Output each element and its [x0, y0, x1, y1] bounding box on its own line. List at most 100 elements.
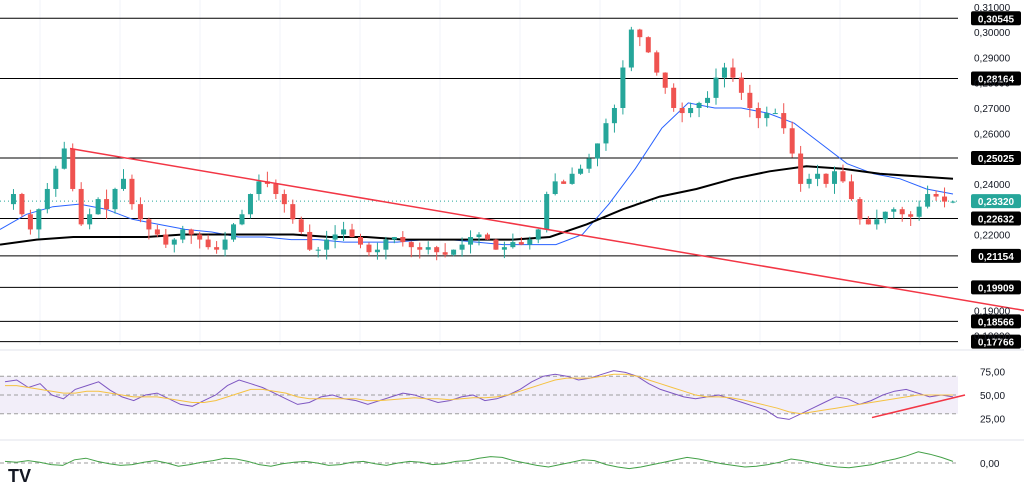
candle-body: [654, 52, 660, 73]
candle-body: [214, 247, 220, 250]
candle-body: [78, 188, 84, 225]
candle-body: [121, 178, 126, 189]
price-tick-label: 0,19000: [974, 306, 1011, 317]
price-tick-label: 0,22000: [974, 231, 1011, 242]
candle-body: [823, 173, 829, 184]
candle-body: [247, 194, 253, 215]
candle-body: [603, 123, 609, 144]
candle-body: [848, 181, 854, 200]
candle-body: [146, 219, 152, 230]
price-tick-label: 0,18000: [974, 332, 1011, 343]
osc-tick-label: 0,00: [980, 459, 1000, 470]
rsi-tick-label: 75,00: [980, 368, 1005, 379]
candle-body: [298, 219, 304, 232]
horizontal-levels: [0, 17, 958, 343]
ma-200-line: [0, 165, 954, 246]
last-price-label: 0,23320: [978, 197, 1015, 208]
candle-body: [61, 148, 67, 169]
candle-body: [518, 242, 524, 245]
candle-body: [231, 224, 237, 240]
candle-body: [696, 102, 702, 108]
candle-body: [366, 244, 372, 253]
candle-body: [891, 209, 897, 212]
candle-body: [738, 77, 744, 93]
candle-body: [857, 199, 863, 220]
price-tick-label: 0,26000: [974, 129, 1011, 140]
moving-averages: [0, 102, 954, 246]
price-tick-label: 0,27000: [974, 104, 1011, 115]
candle-body: [595, 143, 600, 159]
candle-body: [535, 229, 541, 240]
chart-svg[interactable]: 0,305450,281640,250250,226320,211540,199…: [0, 0, 1024, 498]
price-tick-label: 0,28000: [974, 79, 1011, 90]
candle-body: [104, 199, 110, 210]
candle-body: [205, 239, 211, 248]
candle-body: [281, 194, 287, 205]
rsi-tick-label: 25,00: [980, 415, 1005, 426]
candle-body: [27, 214, 33, 230]
ma-50-line: [0, 102, 954, 246]
rsi-tick-label: 50,00: [980, 391, 1005, 402]
candle-body: [713, 77, 719, 98]
candle-body: [527, 239, 533, 245]
candle-body: [315, 249, 321, 251]
candle-body: [341, 229, 347, 235]
trendlines: [69, 147, 1024, 312]
candle-body: [840, 171, 846, 182]
candle-body: [95, 199, 101, 215]
candle-body: [163, 234, 169, 245]
candle-body: [671, 87, 677, 108]
candle-body: [544, 194, 550, 230]
candle-body: [349, 229, 355, 238]
candle-body: [628, 29, 634, 68]
level-label: 0,21154: [978, 252, 1014, 263]
candle-body: [476, 234, 482, 238]
candle-body: [679, 108, 685, 114]
candle-body: [222, 239, 228, 250]
candle-body: [637, 29, 643, 38]
candle-body: [501, 247, 507, 250]
candle-body: [391, 237, 397, 240]
candle-body: [865, 219, 871, 225]
candle-body: [180, 229, 186, 240]
candle-body: [569, 173, 575, 184]
candle-body: [425, 247, 431, 250]
candle-body: [764, 113, 770, 119]
candle-body: [197, 234, 203, 240]
candle-body: [552, 181, 558, 195]
candle-body: [705, 97, 711, 103]
candle-body: [916, 206, 922, 217]
candle-body: [256, 181, 262, 195]
candle-body: [882, 211, 888, 220]
candle-body: [10, 194, 16, 205]
candle-body: [806, 178, 812, 184]
candle-body: [171, 239, 177, 245]
candle-body: [908, 214, 914, 217]
candle-body: [307, 231, 313, 250]
candle-body: [942, 196, 948, 202]
candle-body: [417, 247, 423, 250]
candle-body: [611, 108, 617, 124]
candle-body: [383, 239, 389, 250]
candle-body: [70, 148, 76, 189]
chart-root: 0,30545 0,28164 0,25025 0,22632 0,21154 0,199…: [0, 0, 1024, 498]
candle-body: [239, 214, 245, 225]
candle-body: [154, 229, 160, 235]
candle-body: [874, 219, 880, 225]
candle-body: [434, 247, 440, 253]
level-label: 0,25025: [978, 154, 1015, 165]
level-label: 0,30545: [978, 14, 1015, 25]
price-tick-label: 0,29000: [974, 53, 1011, 64]
candle-body: [815, 173, 821, 179]
candle-body: [358, 237, 363, 245]
candle-body: [772, 113, 778, 115]
candle-body: [400, 237, 406, 243]
candle-body: [510, 242, 516, 248]
candle-body: [561, 181, 567, 184]
candle-body: [129, 178, 135, 205]
candle-body: [789, 128, 795, 154]
candle-body: [925, 194, 931, 207]
price-axis: 0,305450,281640,250250,226320,211540,199…: [971, 3, 1021, 349]
candle-body: [645, 37, 651, 53]
candle-body: [578, 168, 584, 174]
